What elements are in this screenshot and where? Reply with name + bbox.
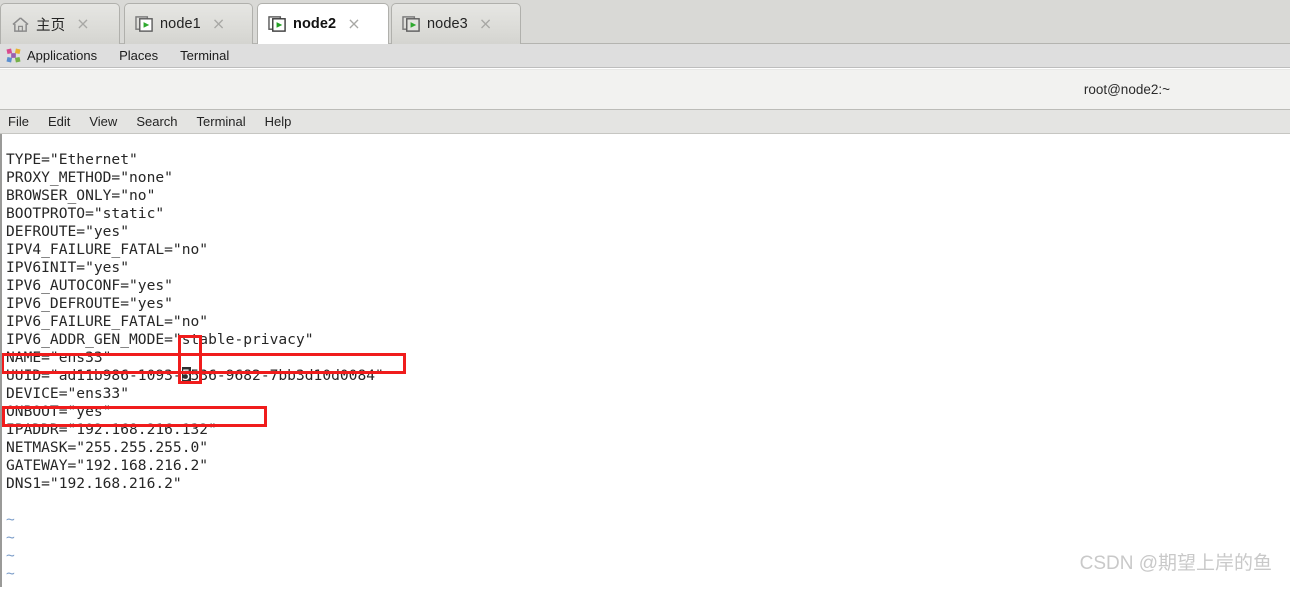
terminal-title-text: root@node2:~	[1083, 82, 1170, 97]
panel-item-terminal[interactable]: Terminal	[180, 48, 229, 63]
terminal-screen[interactable]: TYPE="Ethernet" PROXY_METHOD="none" BROW…	[0, 134, 1290, 587]
terminal-menubar: File Edit View Search Terminal Help	[0, 110, 1290, 134]
vim-empty-line-marker: ~	[6, 546, 15, 564]
terminal-titlebar: root@node2:~	[0, 69, 1290, 110]
csdn-watermark: CSDN @期望上岸的鱼	[1079, 553, 1272, 574]
terminal-output-text: TYPE="Ethernet" PROXY_METHOD="none" BROW…	[6, 151, 384, 587]
session-icon	[135, 15, 154, 33]
menu-search[interactable]: Search	[136, 114, 177, 129]
menu-terminal[interactable]: Terminal	[197, 114, 246, 129]
tab-node3[interactable]: node3 ×	[391, 3, 521, 44]
panel-item-places[interactable]: Places	[119, 48, 158, 63]
tab-home[interactable]: 主页 ×	[0, 3, 120, 44]
gnome-top-panel: Applications Places Terminal	[0, 44, 1290, 68]
session-icon	[268, 15, 287, 33]
tab-node2-close-icon[interactable]: ×	[344, 16, 363, 32]
vim-empty-line-marker: ~	[6, 510, 15, 528]
menu-edit[interactable]: Edit	[48, 114, 70, 129]
panel-item-applications[interactable]: Applications	[27, 48, 97, 63]
tab-home-label: 主页	[36, 17, 66, 34]
menu-help[interactable]: Help	[265, 114, 292, 129]
tab-node3-label: node3	[427, 16, 468, 32]
tab-home-close-icon[interactable]: ×	[73, 16, 92, 32]
tab-node2[interactable]: node2 ×	[257, 3, 389, 44]
tab-node1[interactable]: node1 ×	[124, 3, 253, 44]
browser-tab-strip: 主页 × node1 × node2 × node3 ×	[0, 0, 1290, 44]
menu-file[interactable]: File	[8, 114, 29, 129]
applications-pinwheel-icon	[6, 48, 27, 63]
home-icon	[11, 16, 30, 33]
tab-node1-close-icon[interactable]: ×	[209, 16, 228, 32]
tab-node2-label: node2	[293, 16, 337, 32]
terminal-cursor: 5	[181, 366, 191, 384]
menu-view[interactable]: View	[89, 114, 117, 129]
vim-empty-line-marker: ~	[6, 564, 15, 582]
vim-empty-line-marker: ~	[6, 583, 15, 587]
tab-node3-close-icon[interactable]: ×	[476, 16, 495, 32]
vim-empty-line-marker: ~	[6, 528, 15, 546]
tab-node1-label: node1	[160, 16, 201, 32]
terminal-window: root@node2:~ File Edit View Search Termi…	[0, 69, 1290, 589]
session-icon	[402, 15, 421, 33]
